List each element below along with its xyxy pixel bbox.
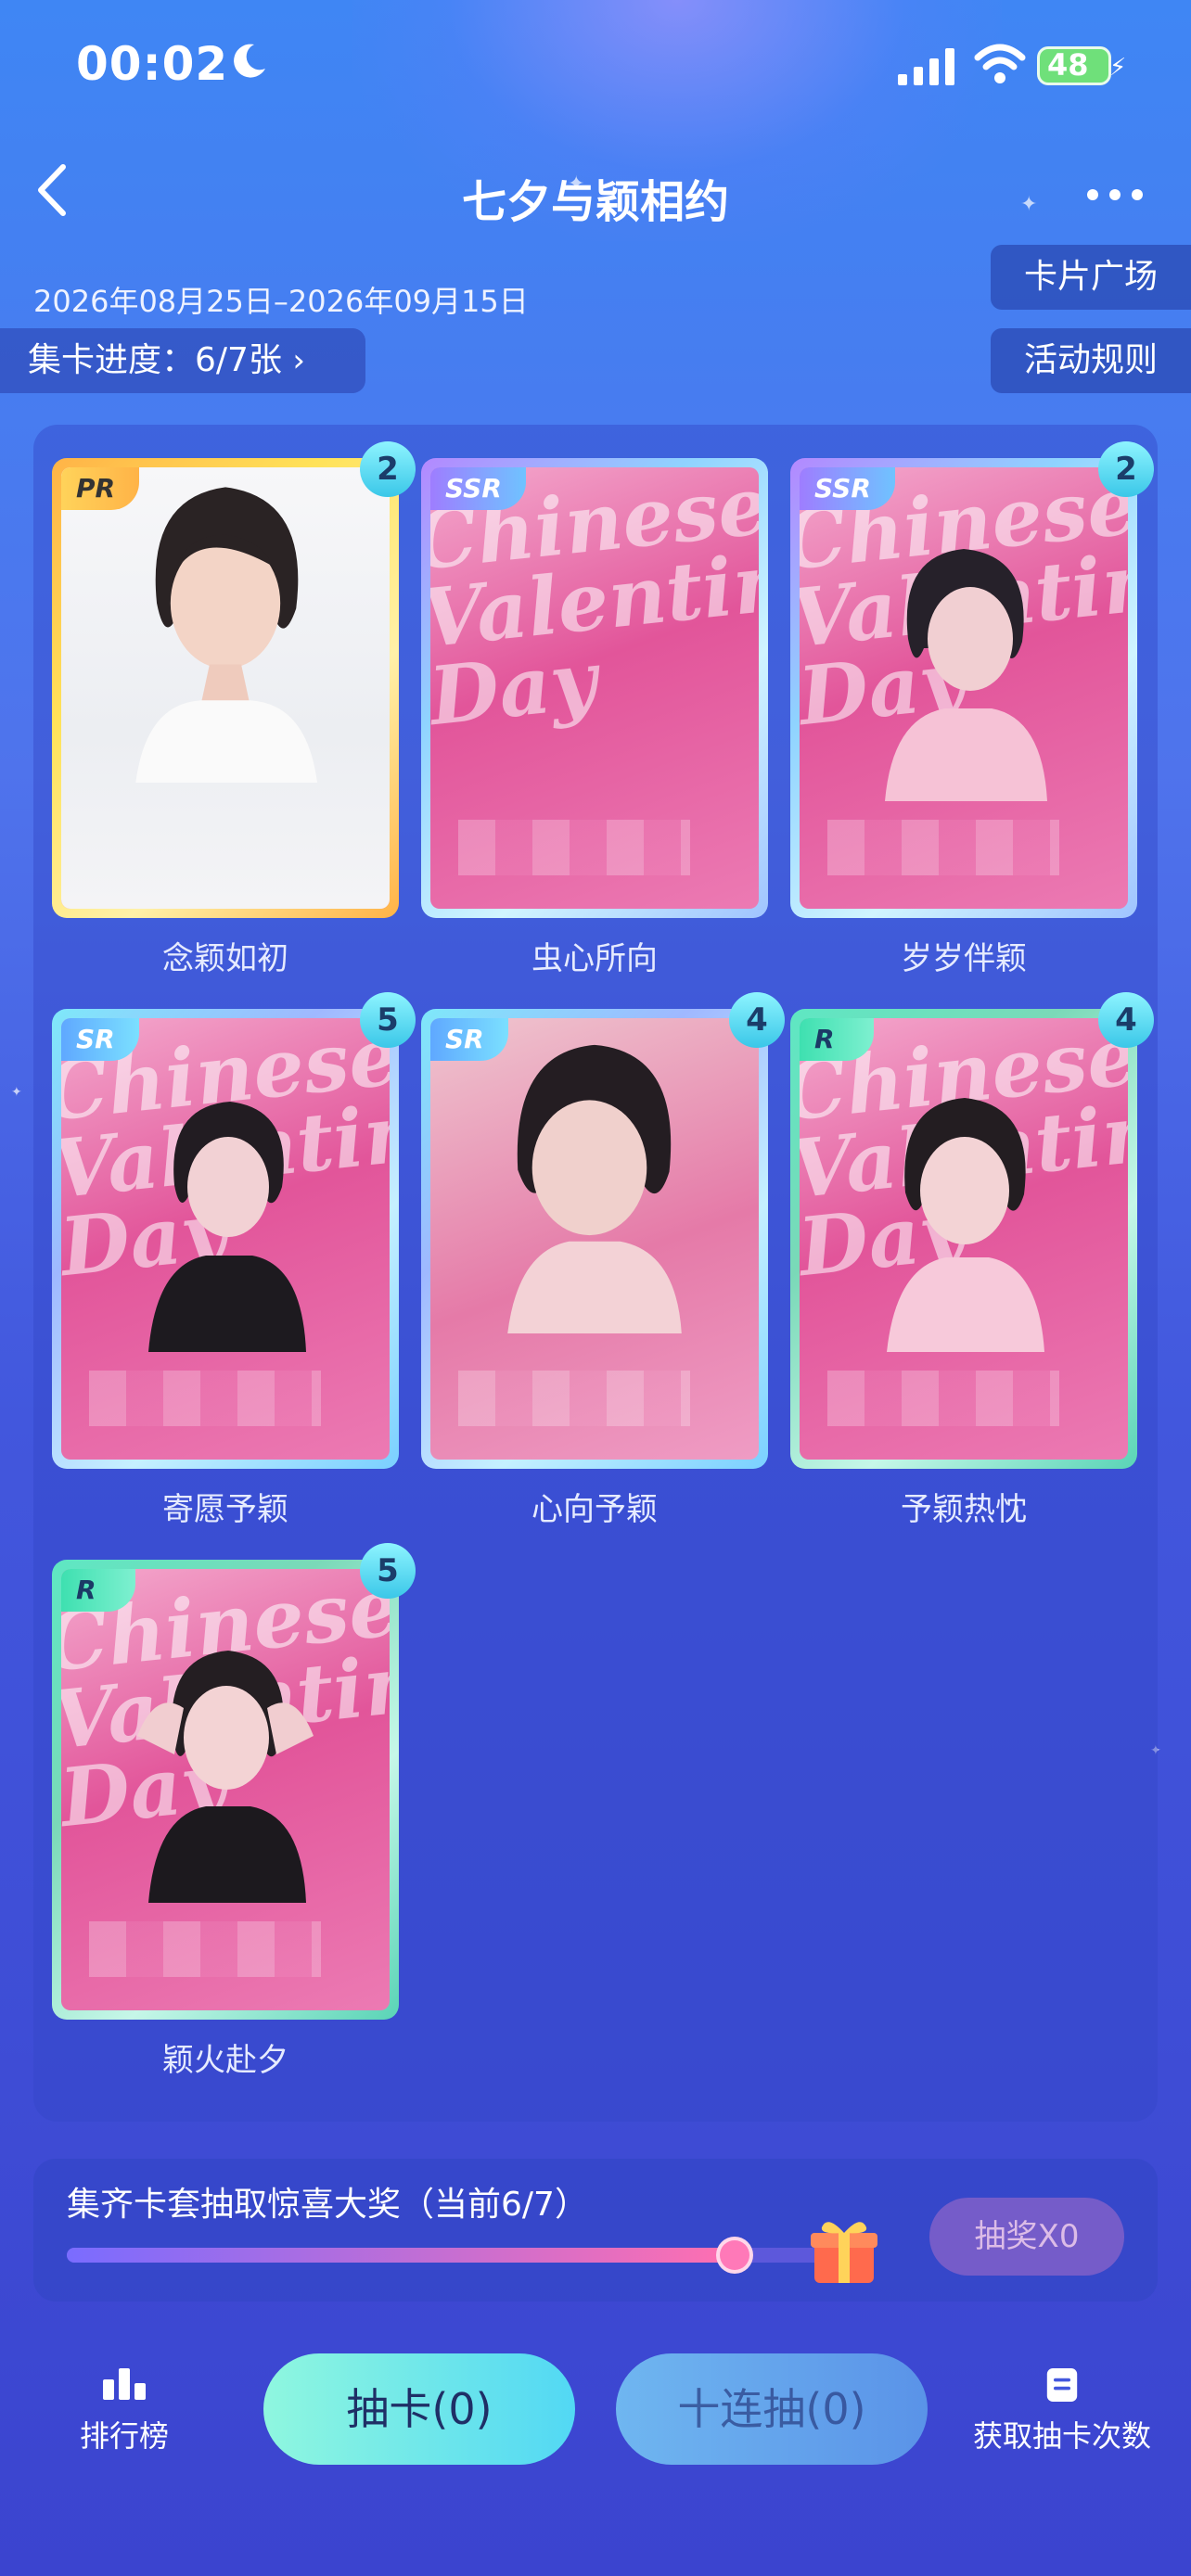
card-name: 念颖如初 <box>162 940 288 977</box>
collection-progress-button[interactable]: 集卡进度：6/7张 › <box>0 328 365 393</box>
card-item[interactable]: Chinese Valentine's Day SSR 2 <box>790 441 1154 918</box>
activity-rules-button[interactable]: 活动规则 <box>991 328 1191 393</box>
signal-icon <box>898 48 954 85</box>
card-count-badge: 5 <box>360 992 416 1048</box>
get-draw-chances-label: 获取抽卡次数 <box>972 2418 1151 2454</box>
chevron-right-icon: › <box>292 342 306 379</box>
gift-icon <box>811 2222 877 2283</box>
draw-ten-button[interactable]: 十连抽(0) <box>616 2353 928 2465</box>
card-image: Chinese Valentine's Day <box>61 1569 390 2010</box>
rarity-badge: SSR <box>430 467 526 510</box>
event-dates: 2026年08月25日–2026年09月15日 <box>33 284 529 319</box>
rarity-badge: SR <box>61 1018 139 1061</box>
rarity-badge: SSR <box>800 467 895 510</box>
card-count-badge: 5 <box>360 1543 416 1599</box>
wifi-icon <box>974 44 1026 83</box>
rarity-badge: R <box>61 1569 135 1612</box>
page-title: 七夕与颖相约 <box>461 176 729 228</box>
reward-bar: 集齐卡套抽取惊喜大奖（当前6/7） 抽奖X0 <box>33 2159 1158 2302</box>
battery-icon: 48 <box>1037 46 1111 85</box>
card-item[interactable]: PR 2 <box>52 441 416 918</box>
card-collection-panel: PR 2 念颖如初 Chinese Valentine's Day SSR 虫心… <box>33 425 1158 2122</box>
draw-card-button[interactable]: 抽卡(0) <box>263 2353 575 2465</box>
ranking-icon <box>103 2368 146 2400</box>
status-bar: 00:02 48 ⚡ <box>0 0 1191 130</box>
reward-text: 集齐卡套抽取惊喜大奖（当前6/7） <box>67 2186 588 2224</box>
sparkle-decoration: ✦ <box>11 1085 22 1100</box>
card-item[interactable]: Chinese Valentine's Day SSR <box>421 458 768 918</box>
card-item[interactable]: Chinese Valentine's Day R 4 <box>790 992 1154 1469</box>
card-name: 予颖热忱 <box>901 1491 1027 1528</box>
portrait-image <box>885 549 1047 801</box>
rarity-badge: SR <box>430 1018 508 1061</box>
card-count-badge: 4 <box>729 992 785 1048</box>
card-count-badge: 2 <box>1098 441 1154 497</box>
reward-progress-fill <box>67 2248 735 2263</box>
card-image: Chinese Valentine's Day <box>430 467 759 909</box>
portrait-image <box>135 487 317 783</box>
card-name: 心向予颖 <box>531 1491 658 1528</box>
card-name: 寄愿予颖 <box>162 1491 288 1528</box>
charging-icon: ⚡ <box>1109 54 1127 82</box>
card-count-badge: 4 <box>1098 992 1154 1048</box>
ranking-label: 排行榜 <box>79 2418 169 2454</box>
portrait-image <box>137 1651 314 1903</box>
ranking-button[interactable]: 排行榜 <box>78 2366 171 2455</box>
card-name: 颖火赴夕 <box>162 2042 288 2079</box>
document-icon <box>1046 2368 1078 2402</box>
card-image: Chinese Valentine's Day <box>800 1018 1128 1460</box>
card-square-button[interactable]: 卡片广场 <box>991 245 1191 310</box>
card-count-badge: 2 <box>360 441 416 497</box>
card-image: Chinese Valentine's Day <box>800 467 1128 909</box>
portrait-image <box>887 1098 1044 1352</box>
card-item[interactable]: Chinese Valentine's Day SR 5 <box>52 992 416 1469</box>
card-item[interactable]: SR 4 <box>421 992 785 1469</box>
pixel-pattern <box>89 1921 321 1977</box>
rarity-badge: PR <box>61 467 140 510</box>
reward-progress-track <box>67 2237 846 2274</box>
status-time: 00:02 <box>76 37 229 91</box>
card-image <box>61 467 390 909</box>
reward-progress-knob <box>715 2237 753 2274</box>
card-name: 虫心所向 <box>531 940 658 977</box>
pixel-pattern <box>458 1371 690 1426</box>
rarity-badge: R <box>800 1018 874 1061</box>
portrait-image <box>507 1044 682 1333</box>
pixel-pattern <box>827 1371 1059 1426</box>
more-icon[interactable] <box>1087 182 1152 204</box>
battery-level: 48 <box>1047 47 1089 83</box>
pixel-pattern <box>827 820 1059 875</box>
lottery-button[interactable]: 抽奖X0 <box>929 2198 1124 2276</box>
card-image <box>430 1018 759 1460</box>
card-name: 岁岁伴颖 <box>901 940 1027 977</box>
card-item[interactable]: Chinese Valentine's Day R 5 <box>52 1543 416 2020</box>
pixel-pattern <box>458 820 690 875</box>
card-image: Chinese Valentine's Day <box>61 1018 390 1460</box>
portrait-image <box>148 1102 306 1352</box>
collection-progress-label: 集卡进度：6/7张 <box>28 341 282 379</box>
moon-icon <box>234 44 265 78</box>
pixel-pattern <box>89 1371 321 1426</box>
get-draw-chances-button[interactable]: 获取抽卡次数 <box>965 2366 1159 2455</box>
